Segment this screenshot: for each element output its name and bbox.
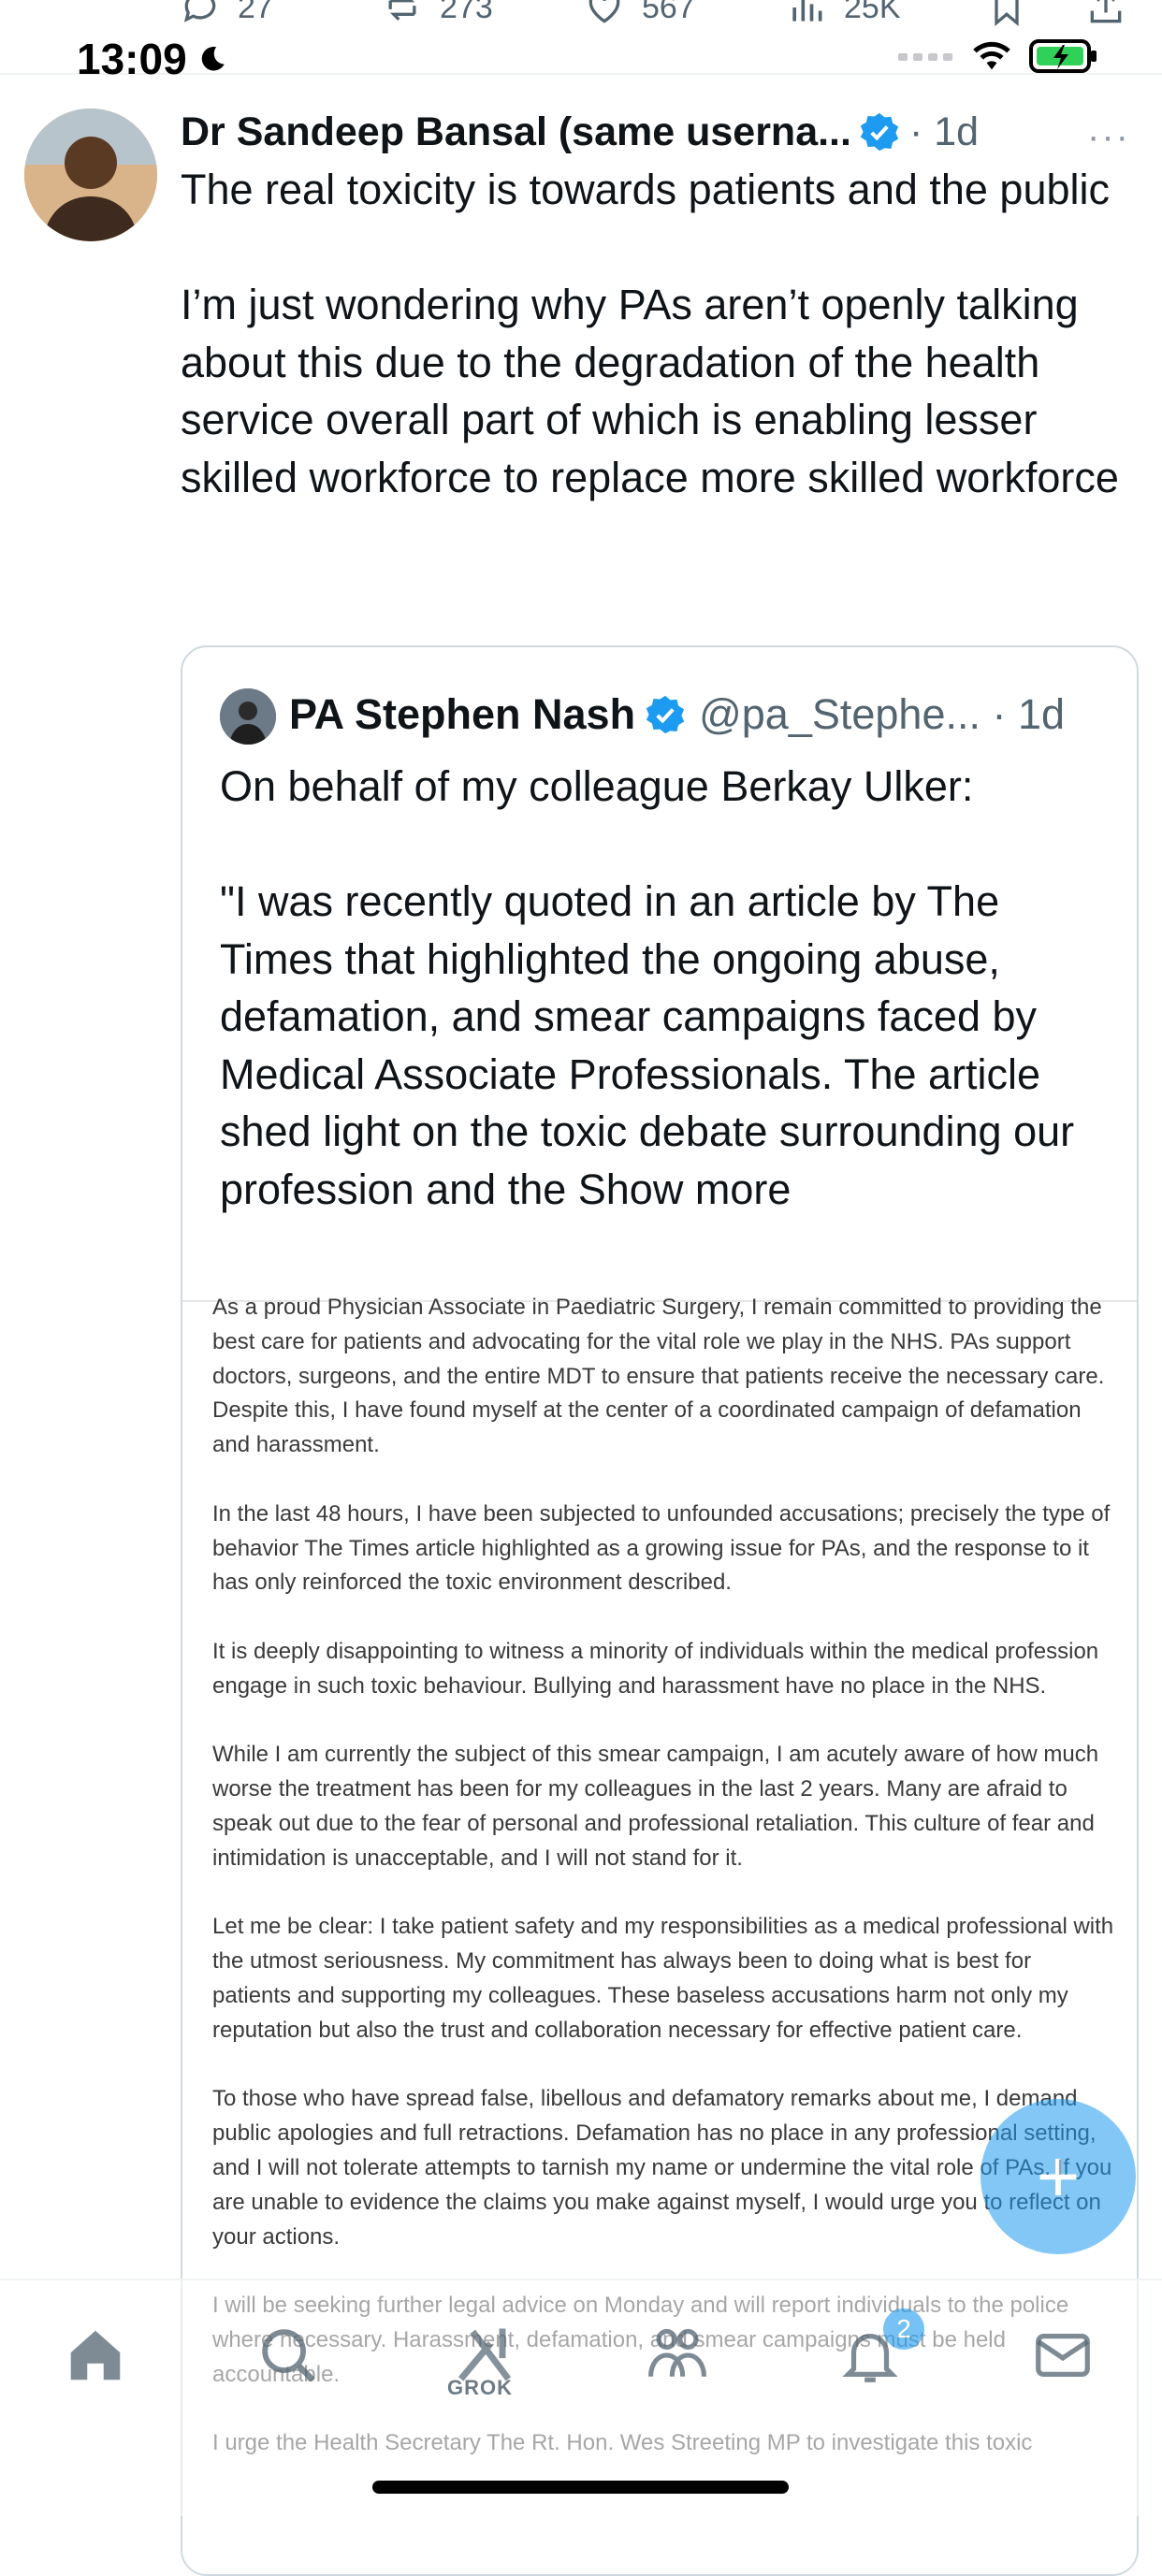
views-button[interactable]: 25K [786, 0, 901, 28]
nav-messages[interactable] [1025, 2318, 1100, 2393]
quote-avatar-photo [220, 688, 276, 745]
share-icon [1090, 0, 1122, 23]
communities-icon [647, 2328, 707, 2377]
verified-badge-icon [646, 695, 685, 734]
moon-icon [201, 46, 225, 71]
repost-button[interactable]: 273 [382, 0, 493, 28]
bookmark-icon [995, 0, 1019, 27]
like-button[interactable]: 567 [584, 0, 695, 28]
share-button[interactable] [1085, 0, 1126, 28]
like-icon [588, 0, 620, 23]
reply-count: 27 [238, 0, 273, 25]
signal-icon [898, 53, 952, 61]
battery-icon [1029, 39, 1097, 73]
reply-button[interactable]: 27 [180, 0, 273, 28]
tweet-time: · 1d [908, 109, 980, 154]
views-count: 25K [844, 0, 901, 25]
verified-badge-icon [860, 112, 899, 152]
bookmark-button[interactable] [986, 0, 1027, 28]
compose-plus-icon: + [1036, 2135, 1081, 2218]
messages-icon [1036, 2333, 1090, 2378]
repost-count: 273 [440, 0, 493, 25]
like-count: 567 [642, 0, 695, 25]
avatar-photo [24, 109, 157, 241]
nav-communities[interactable] [640, 2318, 715, 2393]
status-time-text: 13:09 [77, 35, 187, 83]
quote-author-name: PA Stephen Nash [289, 690, 636, 738]
reply-icon [183, 0, 216, 22]
search-icon [262, 2329, 315, 2382]
tweet-action-bar: 27 273 567 25K [0, 0, 1162, 37]
quote-author-avatar [220, 688, 276, 745]
views-icon [792, 0, 822, 22]
author-line: Dr Sandeep Bansal (same userna... · 1d [181, 105, 1126, 159]
quote-author-handle-time: @pa_Stephe... · 1d [699, 690, 1066, 738]
tweet-text: The real toxicity is towards patients an… [181, 166, 1119, 501]
nav-search[interactable] [251, 2318, 326, 2393]
quote-author-line: PA Stephen Nash @pa_Stephe... · 1d [289, 685, 1065, 745]
more-options-button[interactable]: ··· [1087, 116, 1130, 158]
status-icons [898, 37, 1098, 75]
status-time: 13:09 [77, 34, 228, 84]
home-icon [70, 2330, 121, 2381]
nav-grok-label: GROK [447, 2376, 513, 2399]
quote-text: On behalf of my colleague Berkay Ulker: … [220, 762, 1075, 1213]
repost-icon [388, 0, 416, 22]
nav-home[interactable] [58, 2318, 133, 2393]
notification-badge: 2 [883, 2308, 924, 2350]
wifi-icon [973, 41, 1010, 70]
author-avatar[interactable] [24, 109, 157, 241]
home-indicator [372, 2481, 789, 2494]
compose-button[interactable]: + [980, 2099, 1136, 2254]
author-name[interactable]: Dr Sandeep Bansal (same userna... [181, 109, 851, 155]
